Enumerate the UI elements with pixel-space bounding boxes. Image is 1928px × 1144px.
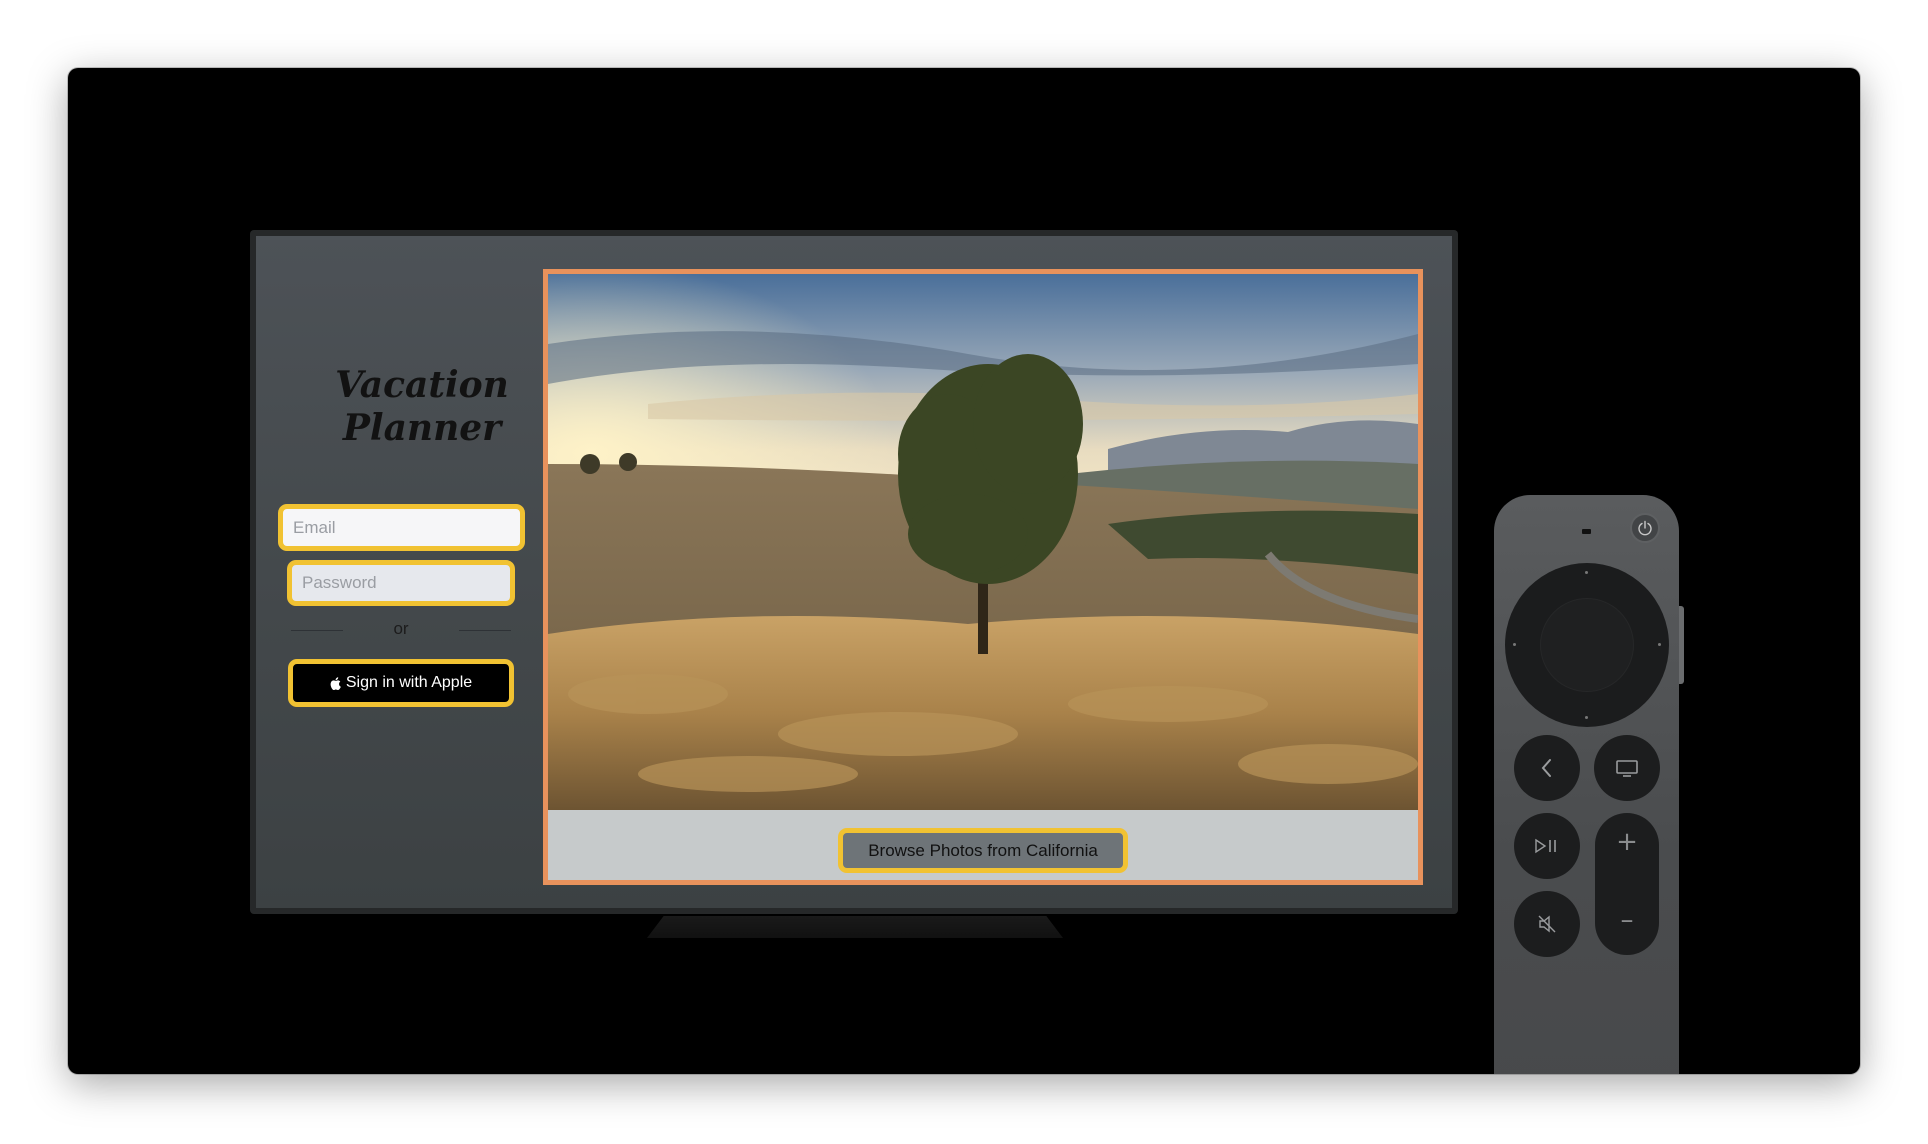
back-icon: [1541, 759, 1551, 777]
app-title-line1: Vacation: [335, 364, 509, 406]
mute-icon: [1538, 915, 1556, 933]
tv-icon: [1616, 760, 1638, 777]
tv-screen: Vacation Planner Email Password or Sign …: [256, 236, 1452, 908]
back-button[interactable]: [1514, 735, 1580, 801]
photo-card[interactable]: Browse Photos from California: [543, 269, 1423, 885]
simulator-window: Vacation Planner Email Password or Sign …: [68, 68, 1860, 1074]
power-icon: [1638, 520, 1652, 536]
tree-landscape-image: [548, 274, 1418, 810]
email-placeholder: Email: [293, 517, 336, 537]
power-button[interactable]: [1630, 513, 1660, 543]
clickpad[interactable]: [1505, 563, 1669, 727]
tv-stand: [647, 916, 1063, 938]
siri-side-button[interactable]: [1679, 606, 1684, 684]
clickpad-center[interactable]: [1540, 598, 1634, 692]
volume-up-icon[interactable]: +: [1595, 827, 1659, 857]
browse-photos-button[interactable]: Browse Photos from California: [838, 828, 1128, 873]
divider-line-right: [459, 630, 511, 631]
or-divider: or: [291, 618, 511, 642]
tv-button[interactable]: [1594, 735, 1660, 801]
clickpad-left-dot: [1513, 643, 1516, 646]
apple-logo-icon: [330, 676, 341, 690]
password-field[interactable]: Password: [287, 560, 515, 606]
status-led: [1582, 529, 1591, 534]
app-title: Vacation Planner: [306, 364, 538, 450]
landscape-photo: [548, 274, 1418, 810]
play-pause-button[interactable]: [1514, 813, 1580, 879]
app-title-line2: Planner: [342, 407, 502, 449]
clickpad-up-dot: [1585, 571, 1588, 574]
sign-in-with-apple-button[interactable]: Sign in with Apple: [288, 659, 514, 707]
volume-rocker[interactable]: + –: [1595, 813, 1659, 955]
apple-signin-label: Sign in with Apple: [345, 674, 473, 691]
password-placeholder: Password: [302, 573, 377, 592]
clickpad-right-dot: [1658, 643, 1661, 646]
email-field[interactable]: Email: [278, 504, 525, 551]
browse-photos-label: Browse Photos from California: [868, 840, 1098, 860]
clickpad-down-dot: [1585, 716, 1588, 719]
volume-down-icon[interactable]: –: [1595, 905, 1659, 935]
mute-button[interactable]: [1514, 891, 1580, 957]
siri-remote: + –: [1494, 495, 1679, 1074]
play-pause-icon: [1535, 838, 1556, 854]
tv-frame: Vacation Planner Email Password or Sign …: [250, 230, 1458, 914]
or-divider-text: or: [393, 619, 409, 638]
